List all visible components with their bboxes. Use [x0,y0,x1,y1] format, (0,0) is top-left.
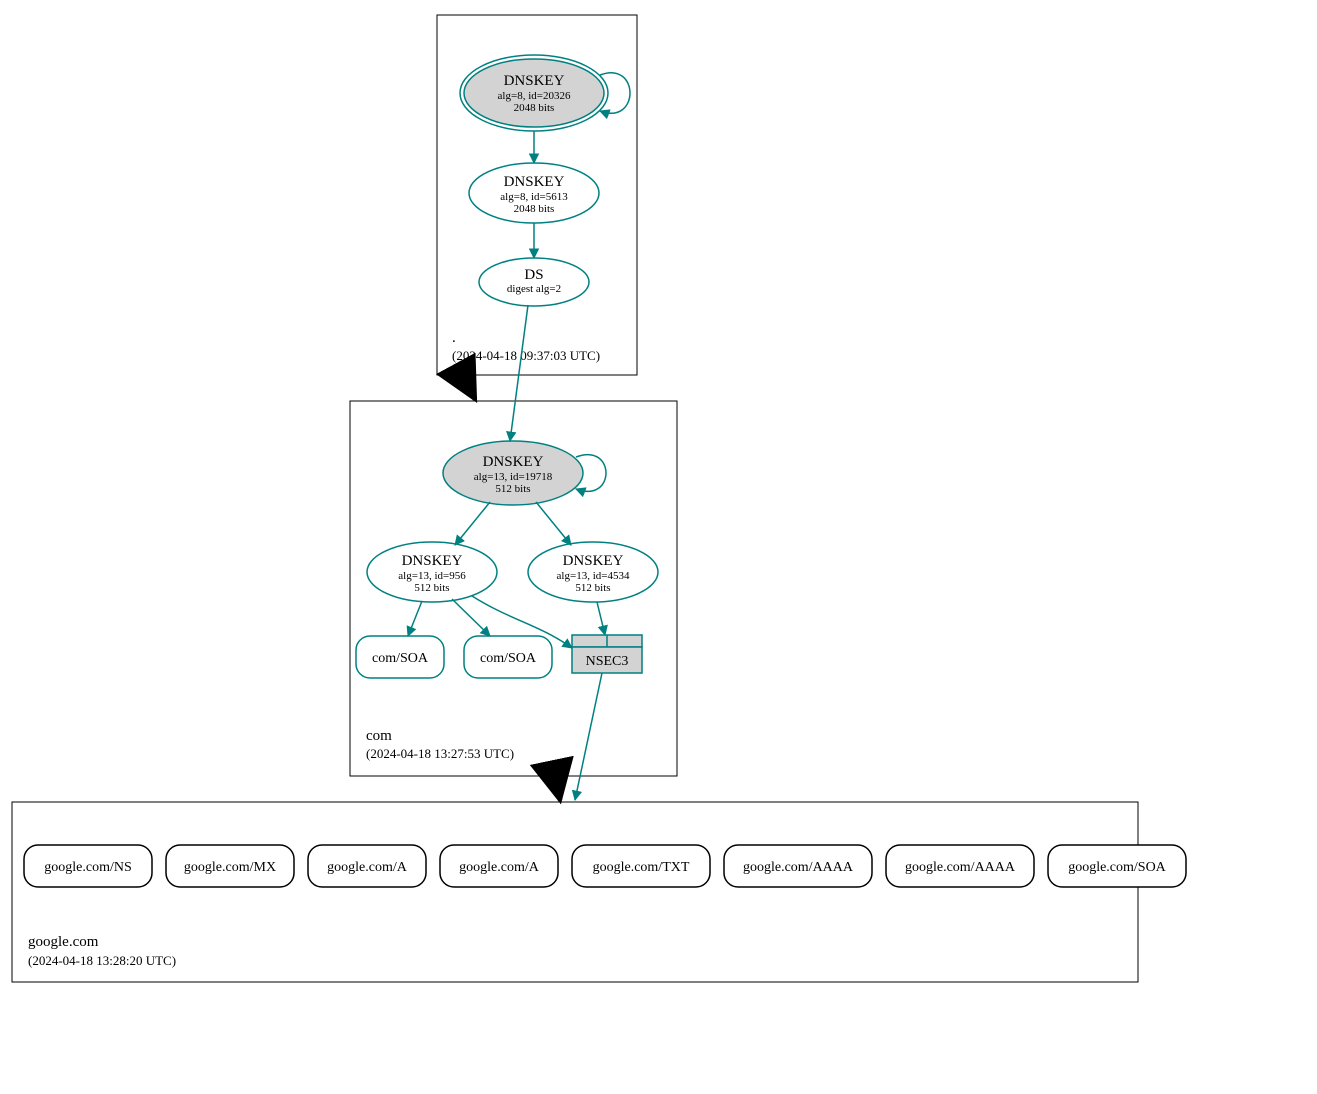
com-soa-2: com/SOA [464,636,552,678]
svg-text:DNSKEY: DNSKEY [504,73,565,89]
edge-com-dk2-soa1 [408,601,422,636]
edge-root-to-com-zone [462,375,475,399]
svg-text:512 bits: 512 bits [414,582,449,594]
com-dnskey-19718: DNSKEY alg=13, id=19718 512 bits [443,441,583,505]
dnssec-diagram: . (2024-04-18 09:37:03 UTC) DNSKEY alg=8… [0,0,1317,1094]
edge-com-dk1-dk2 [455,502,490,545]
com-nsec3: NSEC3 [572,635,642,673]
edge-com-dk1-dk3 [536,502,571,545]
svg-text:alg=13, id=19718: alg=13, id=19718 [474,471,553,483]
svg-text:google.com/TXT: google.com/TXT [593,860,690,875]
svg-text:digest alg=2: digest alg=2 [507,283,561,295]
svg-text:DNSKEY: DNSKEY [504,174,565,190]
root-dnskey-20326: DNSKEY alg=8, id=20326 2048 bits [460,55,608,131]
zone-google-label: google.com [28,934,99,950]
svg-text:alg=13, id=956: alg=13, id=956 [398,570,466,582]
edge-com-to-google-zone [555,776,560,800]
svg-text:512 bits: 512 bits [495,483,530,495]
com-soa-1: com/SOA [356,636,444,678]
com-dnskey-4534: DNSKEY alg=13, id=4534 512 bits [528,542,658,602]
zone-com-timestamp: (2024-04-18 13:27:53 UTC) [366,746,514,761]
google-record-3: google.com/A [440,845,558,887]
svg-text:alg=13, id=4534: alg=13, id=4534 [557,570,630,582]
google-record-0: google.com/NS [24,845,152,887]
svg-text:NSEC3: NSEC3 [586,654,629,669]
zone-root-timestamp: (2024-04-18 09:37:03 UTC) [452,348,600,363]
edge-com-dk2-soa2 [452,599,490,636]
root-dnskey-5613: DNSKEY alg=8, id=5613 2048 bits [469,163,599,223]
root-ds: DS digest alg=2 [479,258,589,306]
edge-com-dk3-nsec3 [597,602,605,635]
svg-text:DNSKEY: DNSKEY [483,454,544,470]
svg-text:2048 bits: 2048 bits [514,203,555,215]
zone-com: com (2024-04-18 13:27:53 UTC) DNSKEY alg… [350,305,677,776]
svg-text:google.com/A: google.com/A [459,860,540,875]
svg-text:512 bits: 512 bits [575,582,610,594]
svg-text:google.com/A: google.com/A [327,860,408,875]
zone-root-label: . [452,330,456,346]
edge-nsec3-to-google [575,673,602,800]
svg-text:alg=8, id=5613: alg=8, id=5613 [500,191,568,203]
svg-text:DNSKEY: DNSKEY [402,553,463,569]
google-record-6: google.com/AAAA [886,845,1034,887]
zone-google-timestamp: (2024-04-18 13:28:20 UTC) [28,953,176,968]
svg-text:DNSKEY: DNSKEY [563,553,624,569]
com-dnskey-956: DNSKEY alg=13, id=956 512 bits [367,542,497,602]
svg-text:com/SOA: com/SOA [480,651,537,666]
svg-text:alg=8, id=20326: alg=8, id=20326 [498,90,571,102]
google-record-7: google.com/SOA [1048,845,1186,887]
google-record-4: google.com/TXT [572,845,710,887]
svg-text:DS: DS [524,267,543,283]
google-record-2: google.com/A [308,845,426,887]
svg-text:google.com/AAAA: google.com/AAAA [743,860,854,875]
zone-google: google.com (2024-04-18 13:28:20 UTC) goo… [12,673,1186,982]
zone-com-label: com [366,728,392,744]
edge-root-ds-to-com-dk [510,305,528,441]
svg-text:com/SOA: com/SOA [372,651,429,666]
google-record-1: google.com/MX [166,845,294,887]
svg-text:google.com/AAAA: google.com/AAAA [905,860,1016,875]
zone-root: . (2024-04-18 09:37:03 UTC) DNSKEY alg=8… [437,15,637,375]
svg-text:2048 bits: 2048 bits [514,102,555,114]
svg-text:google.com/NS: google.com/NS [44,860,132,875]
svg-text:google.com/MX: google.com/MX [184,860,276,875]
svg-text:google.com/SOA: google.com/SOA [1068,860,1166,875]
google-record-5: google.com/AAAA [724,845,872,887]
